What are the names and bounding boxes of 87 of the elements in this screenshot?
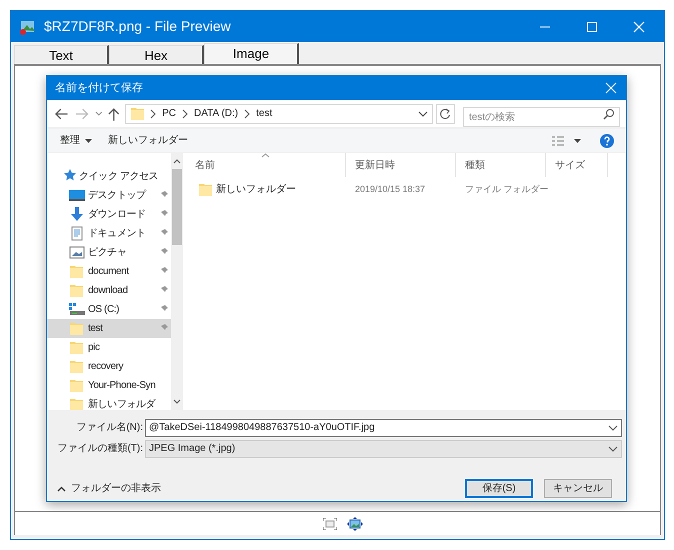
view-icon[interactable] (552, 136, 564, 146)
chevron-right-icon (149, 108, 158, 118)
item-label: download (88, 284, 128, 298)
document-icon (69, 226, 85, 241)
sidebar-item[interactable]: ダウンロード (47, 205, 171, 224)
chevron-down-icon (608, 444, 618, 452)
folder-icon (69, 359, 85, 374)
picture-icon (69, 245, 85, 260)
chevron-right-icon (181, 108, 190, 118)
folder-icon (69, 321, 85, 336)
table-cell-text: ファイル フォルダー (464, 182, 546, 196)
up-arrow-icon[interactable] (106, 106, 120, 122)
desktop-icon (69, 188, 85, 203)
folder-icon (69, 340, 85, 355)
field-label: ファイル名(N): (75, 421, 144, 435)
refresh-button[interactable] (436, 104, 455, 124)
sidebar-item[interactable]: クイック アクセス (47, 167, 171, 186)
window-title: $RZ7DF8R.png - File Preview (44, 17, 231, 36)
file-row-name[interactable]: 新しいフォルダー (186, 182, 346, 198)
cancel-button[interactable]: キャンセル (544, 479, 612, 498)
chevron-right-icon (243, 108, 252, 118)
table-cell-text: 2019/10/15 18:37 (354, 182, 426, 196)
drive-icon (69, 302, 85, 317)
chevron-up-icon (173, 158, 181, 164)
field-label: ファイルの種類(T): (56, 442, 144, 456)
caret-icon[interactable] (574, 138, 581, 142)
help-icon[interactable] (600, 134, 614, 148)
sidebar-item[interactable]: ピクチャ (47, 243, 171, 262)
chevron-down-icon (173, 399, 181, 405)
breadcrumb-item[interactable]: PC (162, 106, 176, 121)
organize-button[interactable]: 整理 (60, 133, 92, 148)
item-label: デスクトップ (88, 188, 146, 203)
item-label: 新しいフォルダ (88, 398, 156, 410)
item-label: ダウンロード (88, 208, 146, 222)
sidebar-item[interactable]: OS (C:) (47, 300, 171, 319)
dialog-title: 名前を付けて保存 (55, 80, 143, 96)
chevron-down-icon (608, 424, 618, 432)
column-header[interactable]: 種類 (456, 153, 546, 177)
file-type-dropdown[interactable]: JPEG Image (*.jpg) (145, 440, 622, 458)
item-label: ピクチャ (88, 246, 126, 260)
item-label: recovery (88, 360, 124, 374)
breadcrumb-item[interactable]: test (256, 106, 272, 121)
column-header[interactable]: 更新日時 (346, 153, 456, 177)
search-field[interactable]: testの検索 (462, 107, 620, 127)
save-button[interactable]: 保存(S) (465, 479, 533, 498)
sidebar-item[interactable]: download (47, 281, 171, 300)
refresh-icon (439, 108, 452, 120)
item-label: クイック アクセス (79, 170, 158, 184)
address-bar[interactable]: PC DATA (D:) test (125, 104, 433, 124)
search-icon (602, 108, 615, 120)
column-header[interactable]: 名前 (186, 153, 346, 177)
item-label: Your-Phone-Syn (88, 379, 156, 393)
tab[interactable]: Image (204, 43, 299, 64)
breadcrumb-item[interactable]: DATA (D:) (194, 106, 238, 121)
item-label: pic (88, 341, 100, 355)
sidebar-item[interactable]: ドキュメント (47, 224, 171, 243)
chevron-up-icon (57, 486, 66, 492)
hide-folders-button[interactable]: フォルダーの非表示 (57, 481, 161, 496)
tab[interactable]: Text (14, 45, 109, 64)
sort-caret-icon (261, 153, 270, 158)
sidebar-item[interactable]: Your-Phone-Syn (47, 376, 171, 395)
folder-icon (69, 378, 85, 393)
caret-icon (85, 138, 92, 142)
sidebar-item[interactable]: pic (47, 338, 171, 357)
scrollbar-thumb[interactable] (172, 169, 182, 245)
folder-icon (130, 106, 144, 122)
actual-size-icon[interactable] (346, 516, 362, 530)
item-label: document (88, 265, 129, 279)
item-label: test (88, 322, 103, 336)
sidebar-item[interactable]: test (47, 319, 171, 338)
tab[interactable]: Hex (109, 45, 204, 64)
file-name-field[interactable]: @TakeDSei-1184998049887637510-aY0uOTIF.jpg (145, 418, 622, 436)
folder-icon (69, 397, 85, 410)
sidebar-item[interactable]: recovery (47, 357, 171, 376)
column-header[interactable]: サイズ (546, 153, 608, 177)
scrollbar[interactable] (171, 153, 183, 410)
new-folder-button[interactable]: 新しいフォルダー (108, 133, 188, 148)
item-label: OS (C:) (88, 303, 120, 317)
sidebar-item[interactable]: 新しいフォルダ (47, 395, 171, 410)
folder-icon (69, 283, 85, 298)
item-label: ドキュメント (88, 227, 146, 241)
folder-icon (198, 182, 212, 198)
folder-icon (69, 264, 85, 279)
fit-image-icon[interactable] (322, 518, 336, 530)
sidebar-item[interactable]: document (47, 262, 171, 281)
sidebar-item[interactable]: デスクトップ (47, 186, 171, 205)
down-arrow-icon (69, 207, 85, 222)
